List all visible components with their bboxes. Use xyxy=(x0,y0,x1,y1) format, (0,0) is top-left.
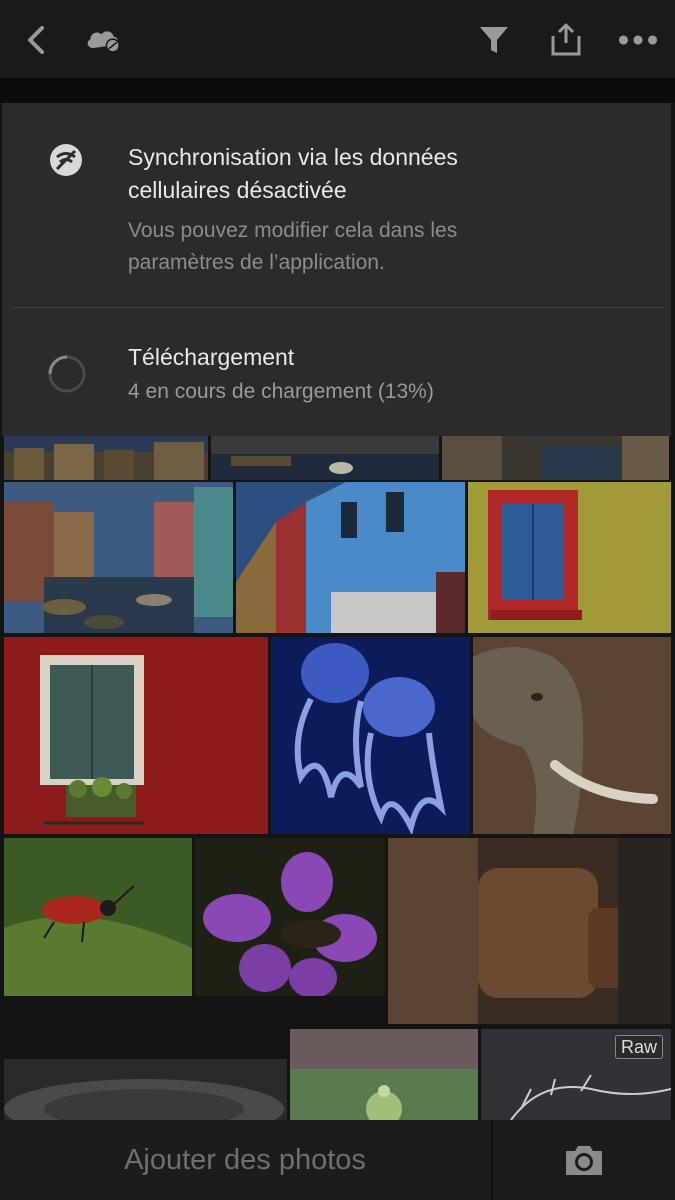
sync-status-panel: Synchronisation via les données cellulai… xyxy=(2,103,671,436)
photo-tile[interactable] xyxy=(473,637,671,834)
raw-badge: Raw xyxy=(614,1035,663,1059)
loading-spinner-icon xyxy=(46,353,88,395)
photo-tile[interactable] xyxy=(4,838,192,996)
camera-icon xyxy=(566,1146,602,1175)
photo-tile[interactable]: Raw xyxy=(481,1029,671,1120)
download-status: 4 en cours de chargement (13%) xyxy=(128,380,434,403)
photo-tile[interactable] xyxy=(468,482,671,633)
divider xyxy=(12,307,664,308)
top-toolbar xyxy=(0,0,675,78)
photo-tile[interactable] xyxy=(4,482,233,633)
photo-tile[interactable] xyxy=(4,637,268,834)
photo-tile[interactable] xyxy=(195,838,385,996)
sync-notice-subtitle: Vous pouvez modifier cela dans les param… xyxy=(128,219,458,274)
toolbar-shadow xyxy=(0,78,675,103)
photo-tile[interactable] xyxy=(442,436,669,480)
photo-tile[interactable] xyxy=(271,637,470,834)
add-photos-button[interactable]: Ajouter des photos xyxy=(0,1120,490,1200)
photo-tile[interactable] xyxy=(236,482,465,633)
photo-tile[interactable] xyxy=(388,838,671,1024)
download-title: Téléchargement xyxy=(128,344,295,370)
more-icon[interactable] xyxy=(618,20,658,60)
bottom-bar: Ajouter des photos xyxy=(0,1120,675,1200)
photo-tile[interactable] xyxy=(4,1029,287,1120)
sync-disabled-icon xyxy=(48,142,84,178)
photo-tile[interactable] xyxy=(290,1029,478,1120)
photo-tile[interactable] xyxy=(4,436,208,480)
camera-button[interactable] xyxy=(493,1120,675,1200)
sync-notice-title: Synchronisation via les données cellulai… xyxy=(128,144,458,203)
back-chevron-icon[interactable] xyxy=(16,20,56,60)
filter-icon[interactable] xyxy=(474,20,514,60)
photo-tile[interactable] xyxy=(211,436,439,480)
share-icon[interactable] xyxy=(546,20,586,60)
cloud-sync-disabled-icon[interactable] xyxy=(84,20,124,60)
